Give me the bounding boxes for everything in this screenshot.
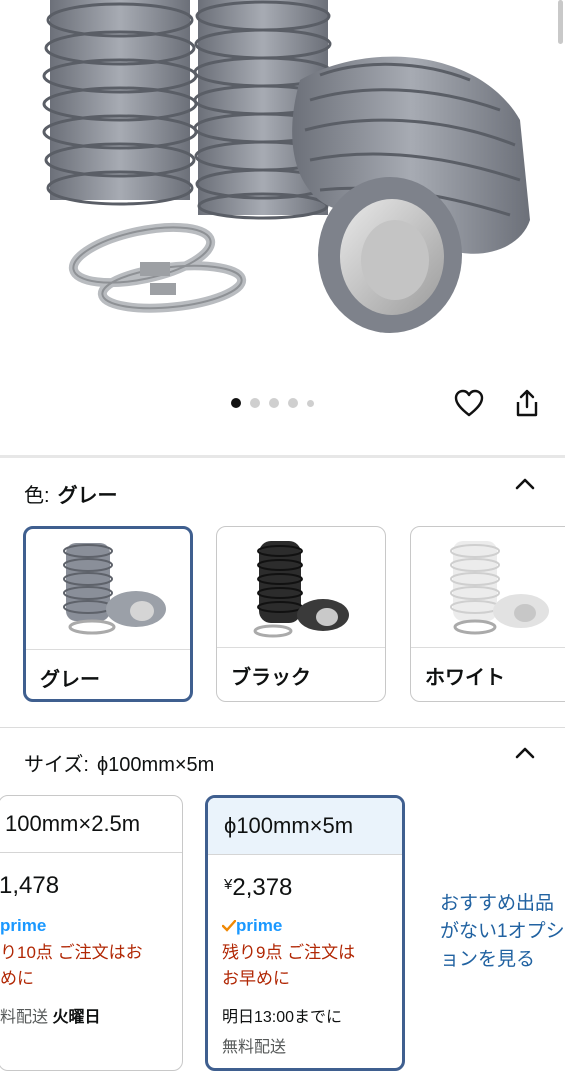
shipping-prefix: 料配送 bbox=[0, 1009, 49, 1026]
color-option-image bbox=[253, 541, 349, 638]
share-button[interactable] bbox=[510, 386, 544, 420]
stock-warning: 残り9点 ご注文は お早めに bbox=[222, 940, 355, 992]
swatch-divider bbox=[411, 647, 565, 648]
recommendation-link[interactable]: おすすめ出品がない1オプションを見る bbox=[440, 890, 565, 974]
color-option-image bbox=[63, 543, 166, 635]
color-option-gray[interactable]: グレー bbox=[23, 526, 193, 702]
color-option-image bbox=[450, 541, 549, 635]
size-label: サイズ: bbox=[24, 754, 89, 776]
prime-label: prime bbox=[236, 916, 283, 935]
heart-icon bbox=[454, 389, 484, 417]
swatch-divider bbox=[26, 649, 190, 650]
shipping-day: 火曜日 bbox=[52, 1009, 101, 1026]
stock-warning-line: お早めに bbox=[222, 969, 290, 988]
wishlist-button[interactable] bbox=[452, 386, 486, 420]
carousel-dot[interactable] bbox=[288, 398, 298, 408]
product-image-carousel[interactable] bbox=[0, 0, 565, 372]
price-value: 2,378 bbox=[232, 874, 293, 901]
prime-check-icon bbox=[221, 919, 237, 932]
carousel-dot[interactable] bbox=[231, 398, 241, 408]
size-selected-value: ϕ100mm×5m bbox=[96, 754, 215, 776]
chevron-up-icon[interactable] bbox=[513, 743, 537, 763]
color-label: 色: bbox=[24, 485, 50, 507]
shipping-cutoff: 明日13:00までに bbox=[222, 1009, 343, 1026]
carousel-dot[interactable] bbox=[250, 398, 260, 408]
price-value: 1,478 bbox=[0, 872, 60, 899]
stock-warning-line: 残り9点 ご注文は bbox=[222, 943, 356, 962]
stock-warning-line: り10点 ご注文はお bbox=[0, 943, 143, 962]
color-option-black[interactable]: ブラック bbox=[216, 526, 386, 702]
size-section-label: サイズ: ϕ100mm×5m bbox=[24, 748, 214, 777]
size-option-price: 1,478 bbox=[0, 872, 59, 900]
section-divider bbox=[0, 455, 565, 458]
carousel-dot[interactable] bbox=[269, 398, 279, 408]
carousel-dot[interactable] bbox=[307, 399, 314, 407]
page-scrollbar[interactable] bbox=[558, 0, 563, 44]
color-selected-value: グレー bbox=[57, 485, 118, 507]
size-option-title: 100mm×2.5m bbox=[0, 796, 182, 853]
product-image bbox=[42, 0, 530, 333]
carousel-dots[interactable] bbox=[231, 398, 314, 408]
color-section-label: 色: グレー bbox=[24, 479, 118, 508]
shipping-info: 明日13:00までに bbox=[222, 1003, 342, 1027]
stock-warning: り10点 ご注文はお めに bbox=[0, 940, 143, 992]
prime-badge: prime bbox=[0, 916, 47, 935]
share-icon bbox=[516, 389, 538, 417]
size-option-price: ¥2,378 bbox=[224, 874, 292, 902]
color-option-label: ブラック bbox=[231, 667, 311, 689]
section-divider bbox=[0, 727, 565, 728]
color-option-label: グレー bbox=[40, 669, 100, 691]
shipping-free: 無料配送 bbox=[222, 1039, 287, 1056]
chevron-up-icon[interactable] bbox=[513, 474, 537, 494]
color-option-label: ホワイト bbox=[425, 667, 505, 689]
color-option-white[interactable]: ホワイト bbox=[410, 526, 565, 702]
size-option-title: ϕ100mm×5m bbox=[208, 798, 402, 855]
shipping-info: 料配送 火曜日 bbox=[0, 1003, 100, 1027]
prime-badge: prime bbox=[221, 916, 283, 936]
stock-warning-line: めに bbox=[0, 969, 34, 988]
swatch-divider bbox=[217, 647, 385, 648]
